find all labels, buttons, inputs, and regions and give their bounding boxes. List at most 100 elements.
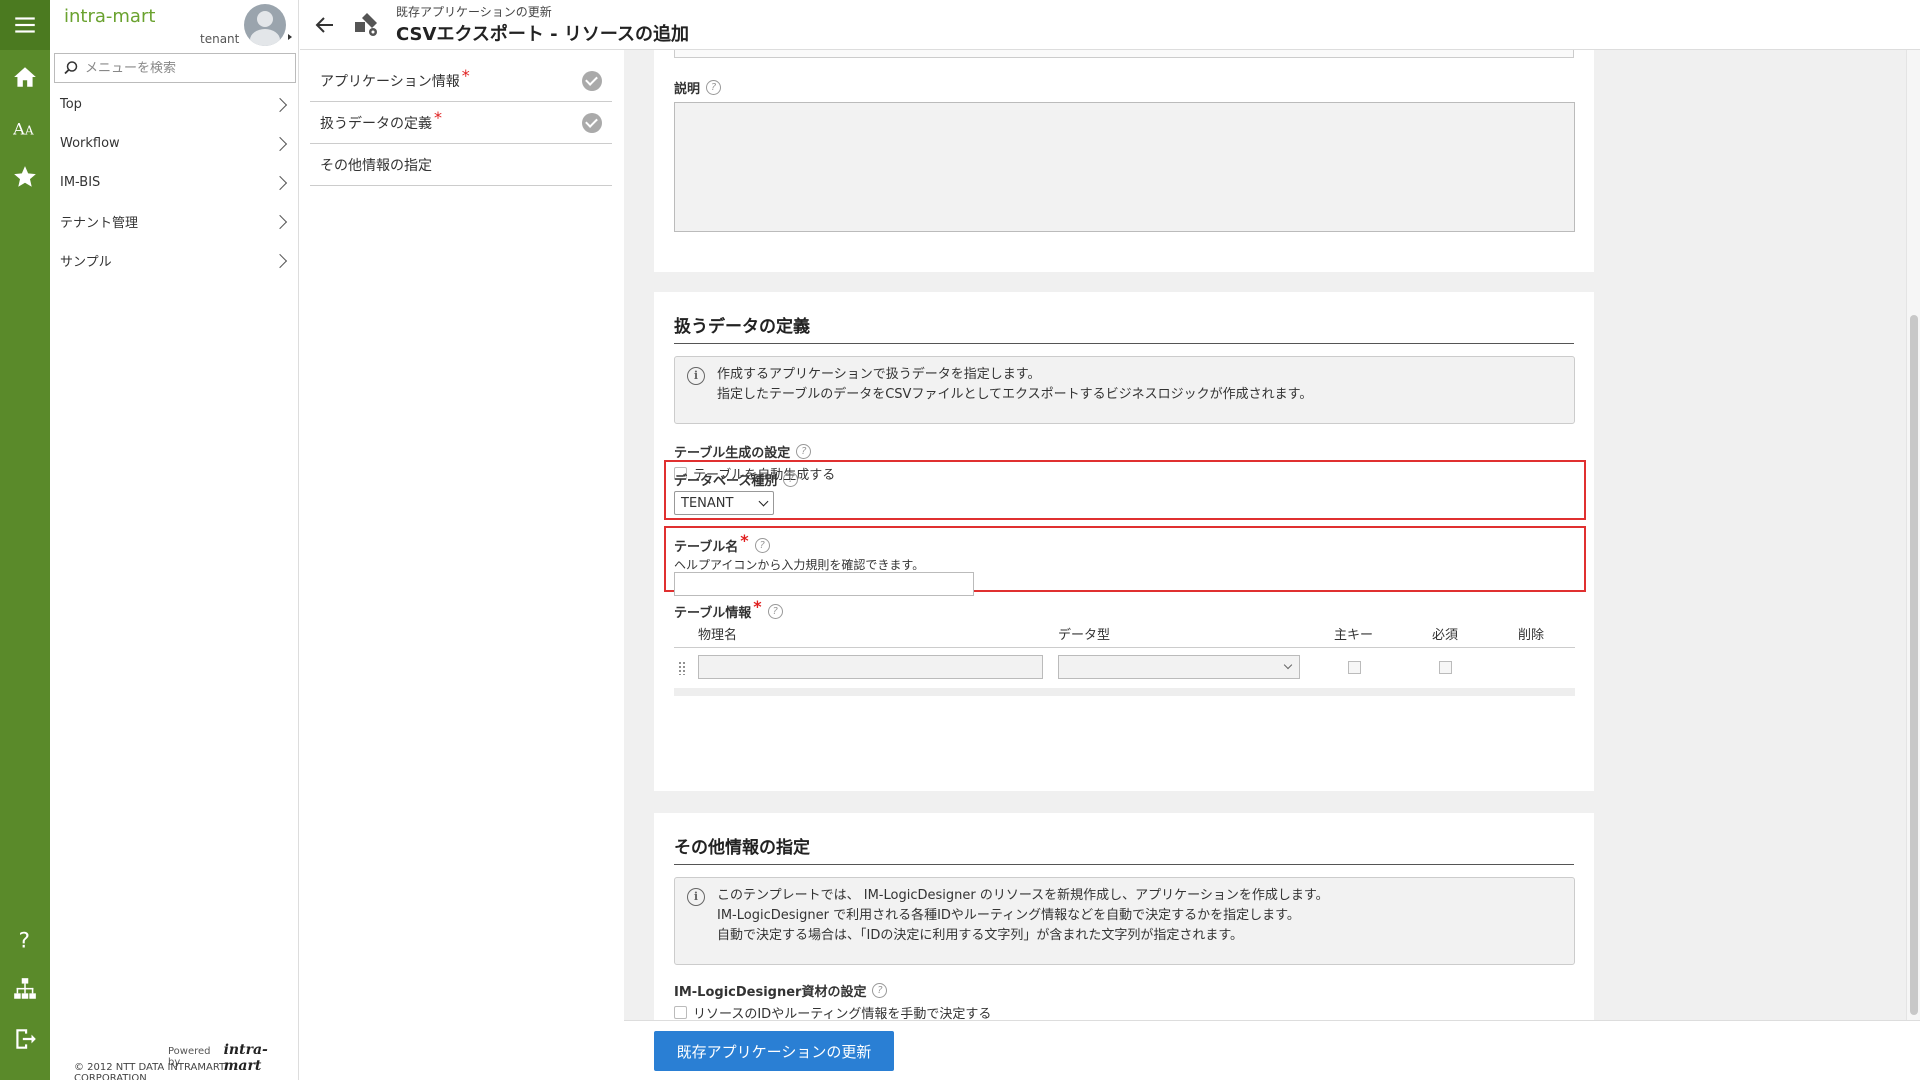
font-size-icon[interactable]: AA bbox=[0, 102, 50, 152]
update-application-button[interactable]: 既存アプリケーションの更新 bbox=[654, 1031, 894, 1071]
caret-right-icon[interactable] bbox=[288, 34, 292, 40]
section-title: 扱うデータの定義 bbox=[674, 312, 1574, 344]
info-box: i このテンプレートでは、 IM-LogicDesigner のリソースを新規作… bbox=[674, 877, 1575, 965]
home-icon[interactable] bbox=[0, 52, 50, 102]
sidebar-item-label: Top bbox=[60, 97, 82, 112]
chevron-down-icon bbox=[758, 496, 769, 506]
table-row bbox=[674, 649, 1575, 687]
table-footer bbox=[674, 688, 1575, 696]
chevron-right-icon bbox=[272, 214, 288, 229]
scroll-thumb[interactable] bbox=[1910, 315, 1918, 1015]
help-icon[interactable]: ? bbox=[872, 983, 888, 998]
col-delete: 削除 bbox=[1518, 628, 1545, 643]
drag-handle-icon[interactable] bbox=[678, 661, 686, 675]
sitemap-icon[interactable] bbox=[0, 964, 50, 1014]
sidebar-item-label: サンプル bbox=[60, 255, 112, 270]
main-content: 説明 ? 扱うデータの定義 i 作成するアプリケーションで扱うデータを指定します… bbox=[624, 50, 1920, 1020]
sidebar-item-im-bis[interactable]: IM-BIS bbox=[50, 163, 299, 202]
sidebar-item-label: Workflow bbox=[60, 136, 120, 151]
logic-designer-label: IM-LogicDesigner資材の設定 ? bbox=[674, 981, 888, 1000]
table-name-help: ヘルプアイコンから入力規則を確認できます。 bbox=[674, 558, 925, 572]
sidebar-item-workflow[interactable]: Workflow bbox=[50, 124, 299, 163]
sidebar: intra-mart tenant Top Workflow IM-BIS テナ… bbox=[50, 0, 299, 1080]
step-label: 扱うデータの定義 bbox=[320, 115, 432, 132]
sidebar-item-top[interactable]: Top bbox=[50, 85, 299, 124]
required-mark: * bbox=[434, 107, 442, 127]
search-input[interactable] bbox=[85, 60, 285, 76]
db-type-label: データベース種別 ? bbox=[674, 470, 799, 489]
col-required: 必須 bbox=[1432, 628, 1459, 643]
primary-key-checkbox[interactable] bbox=[1348, 661, 1361, 674]
db-type-select[interactable]: TENANT bbox=[674, 491, 774, 515]
help-icon[interactable]: ? bbox=[754, 538, 770, 553]
info-icon: i bbox=[687, 367, 705, 385]
svg-text:A: A bbox=[24, 124, 34, 138]
chevron-down-icon bbox=[1283, 660, 1293, 670]
description-textarea[interactable] bbox=[674, 102, 1575, 232]
info-text: IM-LogicDesigner で利用される各種IDやルーティング情報などを自… bbox=[717, 908, 1300, 923]
step-label: その他情報の指定 bbox=[320, 157, 432, 174]
col-data-type: データ型 bbox=[1058, 628, 1111, 643]
table-name-label: テーブル名 * ? bbox=[674, 531, 770, 555]
checkbox-label: リソースのIDやルーティング情報を手動で決定する bbox=[693, 1007, 992, 1020]
step-data-definition[interactable]: 扱うデータの定義 * bbox=[310, 102, 612, 144]
step-application-info[interactable]: アプリケーション情報 * bbox=[310, 60, 612, 102]
help-icon[interactable]: ? bbox=[796, 444, 812, 459]
manual-decide[interactable]: リソースのIDやルーティング情報を手動で決定する bbox=[674, 1003, 991, 1020]
search-icon bbox=[64, 61, 78, 75]
highlight-box bbox=[664, 460, 1586, 520]
required-mark: * bbox=[461, 65, 470, 85]
menu-icon[interactable] bbox=[0, 0, 50, 50]
help-icon[interactable]: ? bbox=[783, 472, 799, 487]
check-circle-icon bbox=[582, 70, 602, 91]
logout-icon[interactable] bbox=[0, 1014, 50, 1064]
required-checkbox[interactable] bbox=[1439, 661, 1452, 674]
section-title: その他情報の指定 bbox=[674, 833, 1574, 865]
page-header: 既存アプリケーションの更新 CSVエクスポート - リソースの追加 bbox=[300, 0, 1920, 50]
info-text: 指定したテーブルのデータをCSVファイルとしてエクスポートするビジネスロジックが… bbox=[717, 387, 1313, 402]
info-box: i 作成するアプリケーションで扱うデータを指定します。 指定したテーブルのデータ… bbox=[674, 356, 1575, 424]
star-icon[interactable] bbox=[0, 152, 50, 202]
page-subtitle: 既存アプリケーションの更新 bbox=[396, 5, 552, 19]
physical-name-input[interactable] bbox=[698, 655, 1043, 679]
sidebar-item-sample[interactable]: サンプル bbox=[50, 241, 299, 280]
info-text: 自動で決定する場合は、「IDの決定に利用する文字列」が含まれた文字列が指定されま… bbox=[717, 928, 1244, 943]
step-label: アプリケーション情報 bbox=[320, 73, 460, 90]
back-arrow-icon[interactable] bbox=[314, 14, 336, 36]
chevron-right-icon bbox=[272, 97, 288, 112]
table-name-input[interactable] bbox=[674, 572, 974, 596]
panel-data-definition: 扱うデータの定義 i 作成するアプリケーションで扱うデータを指定します。 指定し… bbox=[654, 292, 1594, 791]
sidebar-item-tenant-admin[interactable]: テナント管理 bbox=[50, 202, 299, 241]
chevron-right-icon bbox=[272, 136, 288, 151]
sidebar-nav: Top Workflow IM-BIS テナント管理 サンプル bbox=[50, 85, 299, 280]
required-mark: * bbox=[753, 597, 762, 616]
required-mark: * bbox=[740, 531, 749, 550]
data-type-select[interactable] bbox=[1058, 655, 1300, 679]
copyright: © 2012 NTT DATA INTRAMART CORPORATION bbox=[74, 1062, 226, 1080]
clipped-input[interactable] bbox=[674, 50, 1574, 58]
action-bar: 既存アプリケーションの更新 bbox=[624, 1020, 1920, 1080]
table-gen-label: テーブル生成の設定 ? bbox=[674, 442, 812, 461]
help-icon[interactable]: ? bbox=[0, 914, 50, 964]
sidebar-item-label: テナント管理 bbox=[60, 216, 139, 231]
avatar[interactable] bbox=[244, 4, 286, 46]
table-header: 物理名 データ型 主キー 必須 削除 bbox=[674, 616, 1575, 648]
svg-text:A: A bbox=[12, 120, 25, 139]
help-icon[interactable]: ? bbox=[706, 80, 722, 95]
tenant-label: tenant bbox=[200, 32, 240, 46]
step-other-info[interactable]: その他情報の指定 bbox=[310, 144, 612, 186]
scrollbar[interactable] bbox=[1906, 50, 1920, 1020]
sidebar-item-label: IM-BIS bbox=[60, 175, 101, 190]
app-builder-icon bbox=[355, 13, 377, 36]
col-physical-name: 物理名 bbox=[698, 628, 738, 643]
description-label: 説明 ? bbox=[674, 78, 722, 97]
col-primary-key: 主キー bbox=[1334, 628, 1374, 643]
menu-search bbox=[54, 53, 296, 83]
info-icon: i bbox=[687, 888, 705, 906]
check-circle-icon bbox=[582, 112, 602, 133]
left-rail: AA ? bbox=[0, 0, 50, 1080]
panel-application-info: 説明 ? bbox=[654, 50, 1594, 272]
svg-text:?: ? bbox=[19, 929, 30, 952]
manual-decide-checkbox[interactable] bbox=[674, 1006, 687, 1019]
page-title: CSVエクスポート - リソースの追加 bbox=[396, 24, 690, 45]
